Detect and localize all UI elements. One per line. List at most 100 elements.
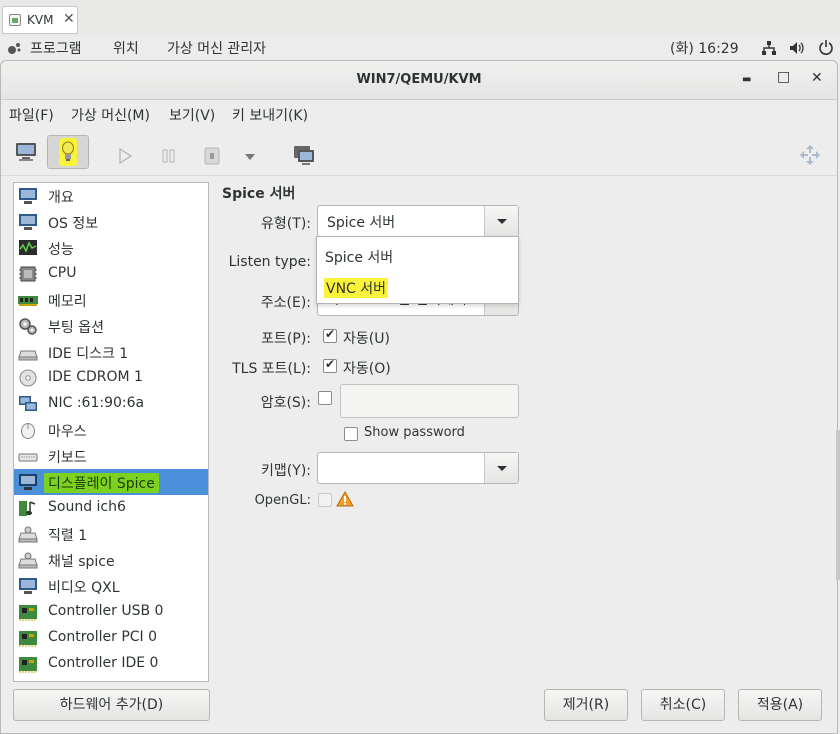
show-password-checkbox[interactable] — [344, 427, 358, 441]
tab-bar: KVM ✕ — [0, 0, 840, 37]
memory-module-icon — [18, 296, 38, 306]
close-button[interactable]: ✕ — [811, 70, 823, 86]
password-field[interactable] — [340, 384, 519, 418]
list-item[interactable]: 성능 — [14, 235, 208, 261]
list-item[interactable]: CPU — [14, 261, 208, 287]
snapshots-icon[interactable] — [292, 144, 316, 166]
hard-disk-icon — [18, 350, 38, 361]
add-hardware-button[interactable]: 하드웨어 추가(D) — [13, 689, 210, 721]
maximize-button[interactable]: □ — [777, 69, 790, 85]
tls-port-label: TLS 포트(L): — [232, 361, 311, 377]
list-item-label: Controller PCI 0 — [48, 629, 158, 645]
console-view-button[interactable] — [7, 135, 45, 169]
controller-card-icon — [19, 605, 37, 621]
details-view-button[interactable] — [47, 135, 89, 169]
list-item[interactable]: 마우스 — [14, 417, 208, 443]
panel-vm-manager[interactable]: 가상 머신 관리자 — [167, 38, 266, 58]
cdrom-icon — [19, 369, 37, 387]
list-item-label: 부팅 옵션 — [48, 320, 104, 336]
list-item[interactable]: 메모리 — [14, 287, 208, 313]
monitor-icon — [19, 474, 37, 490]
channel-icon — [18, 552, 38, 569]
port-label: 포트(P): — [261, 331, 311, 347]
vm-window: WIN7/QEMU/KVM ▬ □ ✕ 파일(F) 가상 머신(M) 보기(V)… — [0, 60, 838, 734]
list-item[interactable]: 디스플레이 Spice — [14, 469, 208, 495]
keymap-combo[interactable] — [317, 452, 519, 484]
opengl-label: OpenGL: — [254, 493, 311, 508]
tab-title: KVM — [27, 13, 54, 27]
dropdown-option-vnc[interactable]: VNC 서버 — [324, 278, 389, 298]
list-item-label: OS 정보 — [48, 216, 99, 232]
scrollbar[interactable] — [836, 430, 840, 580]
title-bar[interactable]: WIN7/QEMU/KVM ▬ □ ✕ — [1, 61, 837, 100]
network-card-icon — [19, 396, 37, 411]
list-item[interactable]: Controller USB 0 — [14, 599, 208, 625]
password-checkbox[interactable] — [318, 391, 332, 405]
shutdown-icon[interactable] — [204, 147, 220, 165]
listen-type-label: Listen type: — [228, 254, 311, 270]
list-item[interactable]: Sound ich6 — [14, 495, 208, 521]
power-icon[interactable] — [818, 39, 834, 55]
performance-graph-icon — [19, 240, 37, 255]
controller-card-icon — [18, 681, 38, 682]
panel-applications[interactable]: 프로그램 — [30, 38, 82, 58]
keymap-label: 키맵(Y): — [261, 463, 311, 479]
gears-icon — [19, 318, 37, 335]
list-item-label: 개요 — [48, 190, 74, 206]
list-item[interactable]: IDE CDROM 1 — [14, 365, 208, 391]
chevron-down-icon — [484, 453, 518, 483]
list-item[interactable]: NIC :61:90:6a — [14, 391, 208, 417]
run-icon[interactable] — [118, 148, 132, 164]
panel-clock[interactable]: (화) 16:29 — [670, 38, 739, 58]
list-item[interactable]: 직렬 1 — [14, 521, 208, 547]
controller-card-icon — [19, 631, 37, 647]
apply-button[interactable]: 적용(A) — [738, 689, 822, 721]
mouse-icon — [21, 423, 35, 439]
minimize-button[interactable]: ▬ — [742, 74, 751, 85]
list-item[interactable]: IDE 디스크 1 — [14, 339, 208, 365]
tab-kvm[interactable]: KVM ✕ — [2, 6, 78, 34]
port-auto-checkbox[interactable] — [323, 327, 337, 343]
warning-icon — [336, 491, 354, 507]
dropdown-option-spice[interactable]: Spice 서버 — [325, 247, 393, 267]
pause-icon[interactable] — [161, 149, 177, 163]
network-icon[interactable] — [761, 40, 777, 56]
list-item[interactable]: 개요 — [14, 183, 208, 209]
list-item-label: Controller USB 0 — [48, 603, 164, 619]
gnome-foot-icon — [8, 43, 21, 54]
list-item[interactable]: 비디오 QXL — [14, 573, 208, 599]
menu-vm[interactable]: 가상 머신(M) — [71, 105, 150, 125]
list-item-label: 메모리 — [48, 294, 87, 310]
list-item[interactable]: 채널 spice — [14, 547, 208, 573]
list-item[interactable]: Controller PCI 0 — [14, 625, 208, 651]
tls-auto-checkbox[interactable] — [323, 357, 337, 373]
monitor-icon — [19, 578, 37, 594]
menu-view[interactable]: 보기(V) — [169, 105, 215, 125]
list-item[interactable]: 키보드 — [14, 443, 208, 469]
port-auto-label: 자동(U) — [343, 331, 390, 347]
opengl-checkbox[interactable] — [318, 493, 332, 507]
list-item[interactable]: Controller IDE 0 — [14, 651, 208, 677]
cancel-button[interactable]: 취소(C) — [641, 689, 725, 721]
window-icon — [9, 14, 21, 26]
panel-places[interactable]: 위치 — [113, 38, 139, 58]
monitor-icon — [19, 214, 37, 230]
fullscreen-icon[interactable] — [798, 143, 822, 167]
remove-button[interactable]: 제거(R) — [544, 689, 628, 721]
type-combo[interactable]: Spice 서버 — [317, 205, 519, 237]
tab-close-icon[interactable]: ✕ — [63, 11, 75, 27]
volume-icon[interactable] — [789, 40, 805, 56]
menu-sendkey[interactable]: 키 보내기(K) — [232, 105, 308, 125]
top-panel: 프로그램 위치 가상 머신 관리자 (화) 16:29 — [0, 36, 840, 60]
list-item-partial[interactable] — [14, 677, 208, 682]
list-item-label: 마우스 — [48, 424, 87, 440]
menu-bar: 파일(F) 가상 머신(M) 보기(V) 키 보내기(K) — [1, 100, 837, 128]
list-item[interactable]: 부팅 옵션 — [14, 313, 208, 339]
chevron-down-icon[interactable] — [244, 153, 256, 161]
menu-file[interactable]: 파일(F) — [9, 105, 54, 125]
type-value: Spice 서버 — [327, 215, 396, 231]
password-label: 암호(S): — [260, 395, 311, 411]
list-item-label: Controller IDE 0 — [48, 655, 159, 671]
list-item-label: 채널 spice — [48, 554, 115, 570]
list-item[interactable]: OS 정보 — [14, 209, 208, 235]
